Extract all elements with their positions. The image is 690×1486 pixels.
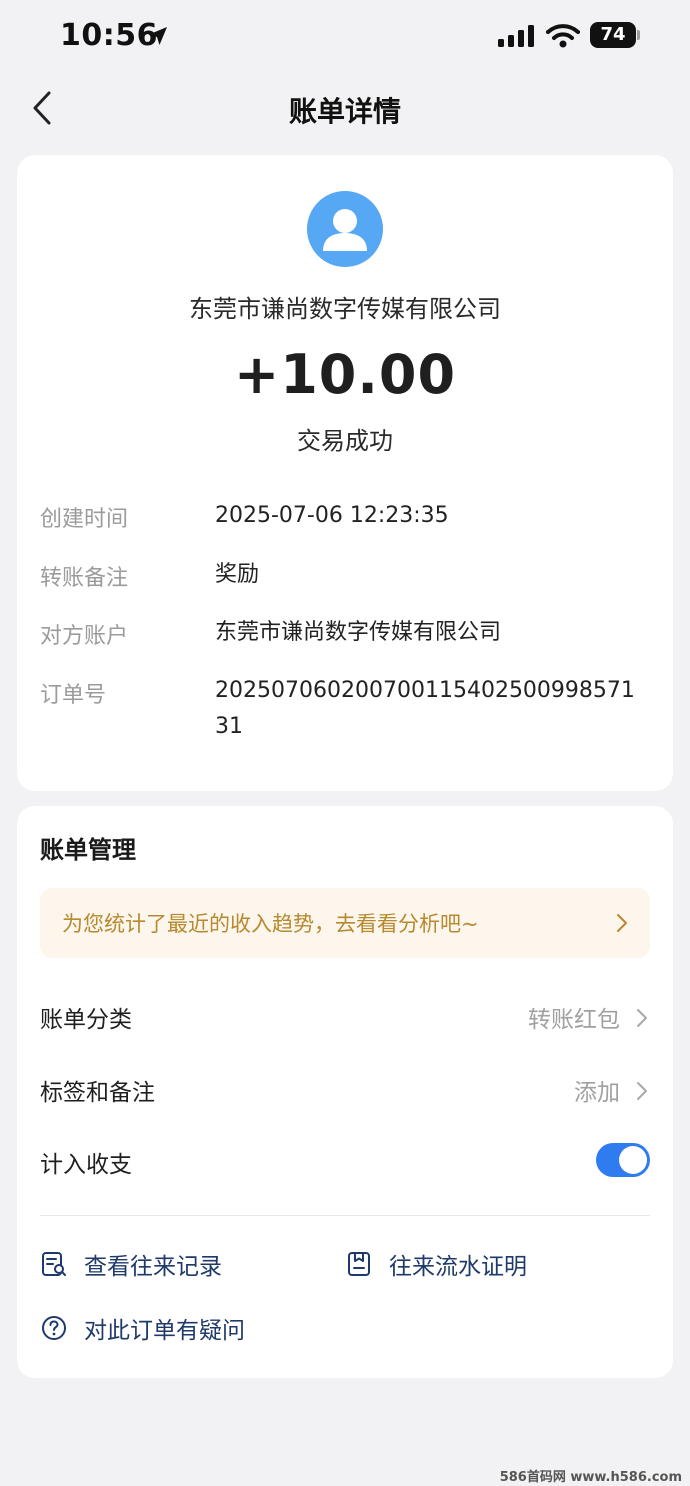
detail-label-remark: 转账备注 bbox=[40, 566, 129, 591]
bill-detail-page: 10:56 74 账单详情 东莞市谦尚数字传媒有限公司 +10.00 交易成功 … bbox=[0, 0, 690, 1486]
battery-cap bbox=[637, 30, 640, 40]
statement-icon bbox=[348, 1252, 370, 1276]
record-search-icon bbox=[42, 1252, 66, 1276]
battery-body: 74 bbox=[590, 22, 636, 48]
bill-category-row[interactable]: 账单分类 转账红包 bbox=[40, 990, 650, 1040]
detail-label-created-time: 创建时间 bbox=[40, 507, 129, 532]
detail-value-created-time: 2025-07-06 12:23:35 bbox=[215, 503, 449, 528]
watermark: 586首码网 www.h586.com bbox=[499, 1470, 682, 1485]
row-label: 账单分类 bbox=[40, 1007, 132, 1033]
chevron-right-icon bbox=[617, 914, 627, 932]
row-value: 转账红包 bbox=[528, 1007, 620, 1033]
count-income-toggle[interactable] bbox=[596, 1143, 650, 1177]
question-circle-icon bbox=[42, 1316, 66, 1340]
detail-label-order-number: 订单号 bbox=[40, 683, 107, 708]
statement-proof-button[interactable]: 往来流水证明 bbox=[345, 1244, 527, 1284]
tags-notes-row[interactable]: 标签和备注 添加 bbox=[40, 1063, 650, 1113]
battery-icon: 74 bbox=[590, 22, 640, 48]
chevron-right-icon bbox=[637, 1009, 647, 1027]
row-value: 添加 bbox=[574, 1080, 620, 1106]
location-arrow-icon bbox=[149, 27, 167, 45]
row-label: 标签和备注 bbox=[40, 1080, 155, 1106]
cellular-signal-icon bbox=[498, 25, 534, 47]
action-label: 对此订单有疑问 bbox=[84, 1318, 245, 1344]
action-label: 查看往来记录 bbox=[84, 1254, 222, 1280]
detail-value-remark: 奖励 bbox=[215, 562, 260, 587]
promo-text: 为您统计了最近的收入趋势，去看看分析吧~ bbox=[62, 912, 479, 936]
bill-management-card: 账单管理 为您统计了最近的收入趋势，去看看分析吧~ 账单分类 转账红包 标签和备… bbox=[17, 806, 673, 1378]
toggle-knob bbox=[619, 1146, 647, 1174]
income-trend-banner[interactable]: 为您统计了最近的收入趋势，去看看分析吧~ bbox=[40, 888, 650, 958]
avatar[interactable] bbox=[307, 191, 383, 267]
transaction-status: 交易成功 bbox=[297, 427, 393, 455]
detail-value-counterparty: 东莞市谦尚数字传媒有限公司 bbox=[215, 620, 502, 645]
order-question-button[interactable]: 对此订单有疑问 bbox=[40, 1308, 245, 1348]
detail-label-counterparty: 对方账户 bbox=[40, 624, 129, 649]
row-label: 计入收支 bbox=[40, 1152, 132, 1178]
transaction-amount: +10.00 bbox=[233, 343, 457, 406]
payee-name: 东莞市谦尚数字传媒有限公司 bbox=[189, 295, 501, 323]
nav-bar: 账单详情 bbox=[0, 74, 690, 144]
status-bar: 10:56 74 bbox=[0, 0, 690, 74]
page-title: 账单详情 bbox=[288, 95, 401, 128]
user-avatar-icon bbox=[323, 209, 367, 251]
wifi-icon bbox=[546, 24, 580, 48]
divider bbox=[40, 1215, 650, 1216]
detail-value-order-number[interactable]: 20250706020070011540250099857131 bbox=[215, 673, 645, 745]
section-title: 账单管理 bbox=[40, 836, 136, 864]
battery-level: 74 bbox=[600, 24, 626, 45]
view-records-button[interactable]: 查看往来记录 bbox=[40, 1244, 222, 1284]
count-income-expense-row: 计入收支 bbox=[40, 1135, 650, 1185]
status-time: 10:56 bbox=[60, 18, 158, 53]
transaction-detail-card: 东莞市谦尚数字传媒有限公司 +10.00 交易成功 创建时间 2025-07-0… bbox=[17, 155, 673, 791]
action-label: 往来流水证明 bbox=[389, 1254, 527, 1280]
chevron-right-icon bbox=[637, 1082, 647, 1100]
